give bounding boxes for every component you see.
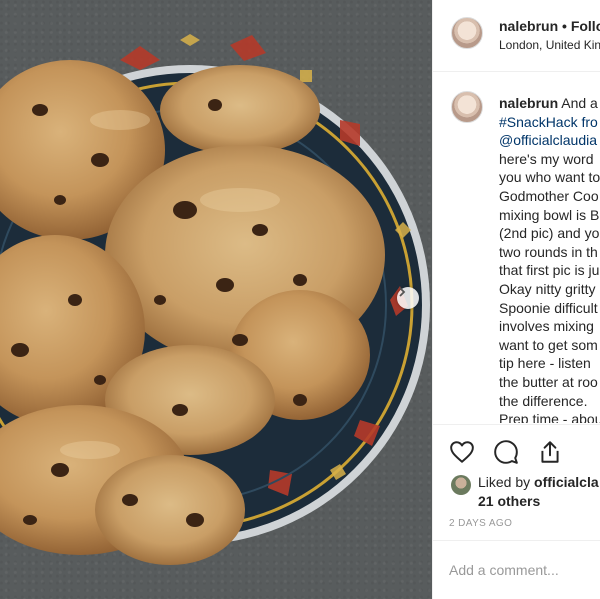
author-username[interactable]: nalebrun	[499, 18, 558, 34]
author-avatar[interactable]	[451, 17, 483, 49]
post-header: nalebrun • Follo London, United Kin	[433, 0, 600, 72]
liker-avatar[interactable]	[451, 475, 471, 495]
caption-line: tip here - listen	[499, 355, 591, 372]
like-button[interactable]	[449, 439, 475, 465]
caption-line: Godmother Coo	[499, 187, 599, 204]
caption-line: Okay nitty gritty	[499, 280, 596, 297]
caption-line: (2nd pic) and yo	[499, 225, 600, 242]
post-timestamp[interactable]: 2 DAYS AGO	[449, 518, 512, 529]
caption-line: want to get som	[499, 336, 598, 353]
caption-line: involves mixing	[499, 318, 594, 335]
comment-bubble-icon	[494, 440, 518, 464]
mention-link[interactable]: @officialclaudia	[499, 131, 600, 150]
post-side-panel: nalebrun • Follo London, United Kin nale…	[432, 0, 600, 599]
separator-dot: •	[562, 18, 567, 34]
caption-username[interactable]: nalebrun	[499, 95, 558, 111]
caption-area: nalebrun And a #SnackHack fro @officialc…	[433, 73, 600, 423]
caption-line: the butter at roo	[499, 373, 598, 390]
carousel-next-button[interactable]	[397, 287, 419, 309]
share-button[interactable]	[537, 439, 563, 465]
post-location[interactable]: London, United Kin	[499, 38, 600, 52]
share-icon	[541, 441, 559, 463]
liker-username[interactable]: officialcla	[534, 474, 599, 490]
author-username-row: nalebrun • Follo	[499, 18, 600, 34]
caption-first-line: nalebrun And a	[499, 94, 600, 113]
caption-line: the difference.	[499, 392, 588, 409]
caption-line: mixing bowl is B	[499, 206, 600, 223]
hashtag-link[interactable]: #SnackHack fro	[499, 113, 600, 132]
others-count-link[interactable]: 21 others	[478, 493, 540, 509]
caption-line: here's my word	[499, 150, 594, 167]
caption-line: Spoonie difficult	[499, 299, 598, 316]
caption-line: you who want to	[499, 169, 600, 186]
cookies-on-plate-image	[0, 34, 430, 565]
liked-by-prefix: Liked by	[478, 474, 535, 490]
heart-icon	[450, 441, 474, 463]
caption-text: nalebrun And a #SnackHack fro @officialc…	[499, 94, 600, 423]
caption-line: two rounds in th	[499, 243, 598, 260]
caption-line: And a	[561, 95, 598, 111]
comment-button[interactable]	[493, 439, 519, 465]
caption-line: Prep time - abou	[499, 411, 600, 423]
caption-author-avatar[interactable]	[451, 91, 483, 123]
follow-button[interactable]: Follo	[571, 18, 600, 34]
chevron-right-icon	[399, 287, 406, 297]
caption-line: that first pic is ju	[499, 262, 600, 279]
post-photo[interactable]	[0, 0, 432, 599]
liked-by-line: Liked by officialcla	[478, 474, 599, 490]
add-comment-input[interactable]	[449, 559, 599, 581]
comment-box	[433, 540, 600, 599]
post-actions	[433, 424, 600, 480]
